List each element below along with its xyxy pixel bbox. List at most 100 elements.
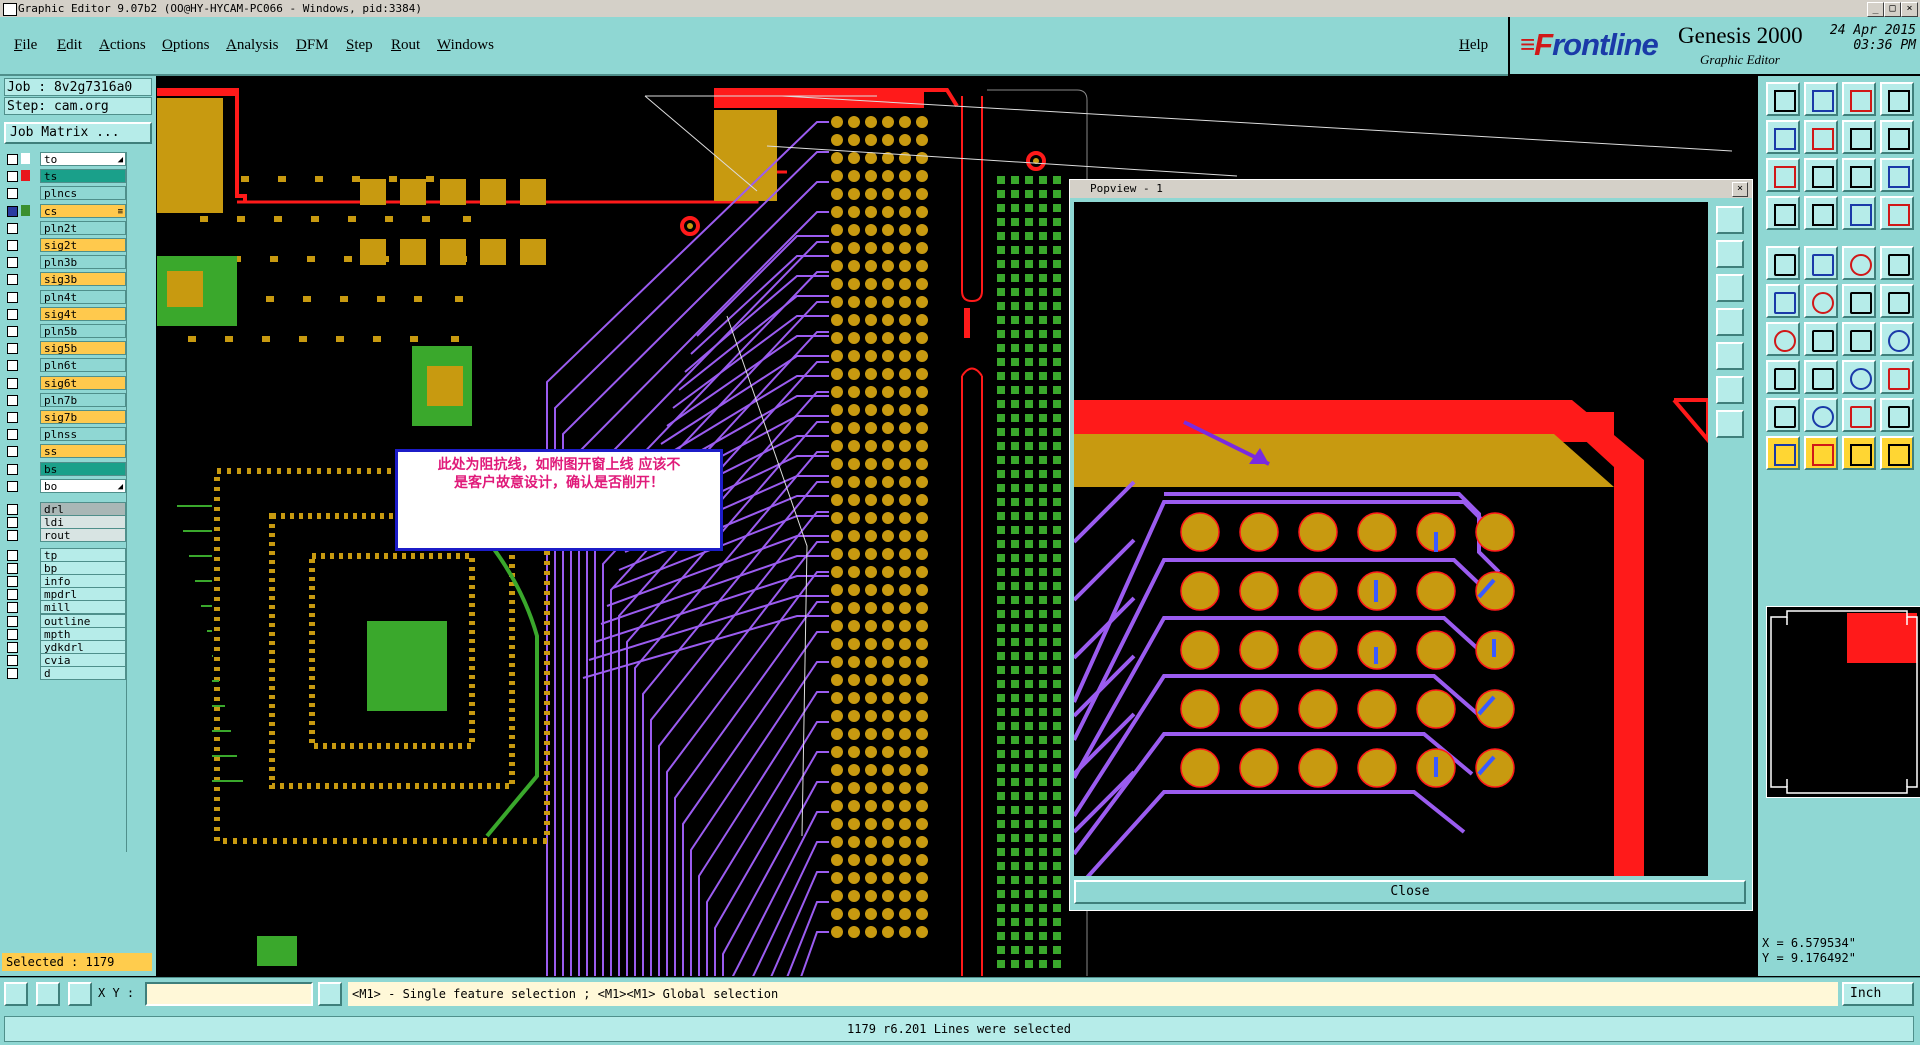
layer-name[interactable]: sig6t [40,375,126,390]
pv-down-icon[interactable] [1716,274,1744,302]
layer-name[interactable]: mpdrl [40,587,126,602]
menu-dfm[interactable]: DFM [296,37,329,54]
layer-name[interactable]: rout [40,528,126,543]
layer-row-ts[interactable]: ts [4,169,126,184]
tri-c-icon[interactable] [1842,398,1876,432]
layer-row-pln2t[interactable]: pln2t [4,220,126,236]
layer-scrollbar[interactable] [126,152,155,852]
layer-checkbox[interactable] [7,615,18,627]
minimize-icon[interactable]: _ [1867,2,1884,17]
layer-name[interactable]: pln7b [40,392,126,407]
layer-row-ss[interactable]: ss [4,444,126,459]
zoom-fit-icon[interactable] [1842,120,1876,154]
unit-selector[interactable]: Inch [1842,982,1914,1006]
grid-mode-icon[interactable] [68,982,92,1006]
close-icon[interactable]: × [1901,2,1918,17]
copy-pad-icon[interactable] [1766,360,1800,394]
layer-checkbox[interactable] [7,326,18,337]
snap-icon[interactable] [1766,196,1800,230]
layer-checkbox[interactable] [7,188,18,200]
menu-edit[interactable]: Edit [57,37,82,54]
layer-checkbox[interactable] [7,549,18,561]
layer-name[interactable]: drl [40,502,126,516]
layer-checkbox[interactable] [7,222,18,234]
layer-row-pln6t[interactable]: pln6t [4,358,126,373]
window-icon[interactable] [1880,120,1914,154]
layer-checkbox[interactable] [7,377,18,389]
layer-checkbox[interactable] [7,517,18,529]
layer-name[interactable]: cs ≡ [40,203,126,218]
layer-row-sig4t[interactable]: sig4t [4,306,126,322]
polygon-icon[interactable] [1804,246,1838,280]
resize-icon[interactable] [1766,158,1800,192]
layer-name[interactable]: pln3b [40,255,126,270]
layer-row-pln4t[interactable]: pln4t [4,289,126,305]
layer-checkbox[interactable] [7,668,18,680]
layer-name[interactable]: bp [40,560,126,575]
layer-checkbox[interactable] [7,504,18,515]
step-fwd-icon[interactable] [1804,120,1838,154]
layer-checkbox[interactable] [7,343,18,355]
layer-name[interactable]: mpth [40,626,126,641]
pv-up-icon[interactable] [1716,240,1744,268]
layer-grid-icon[interactable] [1804,196,1838,230]
layer-checkbox[interactable] [7,412,18,423]
measure-mode-icon[interactable] [36,982,60,1006]
layer-checkbox[interactable] [7,602,18,614]
layer-checkbox[interactable] [7,655,18,667]
layer-name[interactable]: pln2t [40,220,126,235]
layer-checkbox[interactable] [7,394,18,406]
select-alt-icon[interactable] [1804,436,1838,470]
layer-checkbox[interactable] [7,628,18,640]
layer-checkbox[interactable] [7,257,18,269]
pv-zoom-icon[interactable] [1716,376,1744,404]
select-all-icon[interactable] [1880,436,1914,470]
layer-checkbox[interactable] [7,308,18,320]
layer-name[interactable]: to ◢ [40,152,126,166]
split-icon[interactable] [1880,360,1914,394]
select-icon[interactable] [1766,436,1800,470]
menu-analysis[interactable]: Analysis [226,37,279,54]
pan-icon[interactable] [1804,158,1838,192]
layer-checkbox[interactable] [7,562,18,574]
layer-row-plnss[interactable]: plnss [4,427,126,442]
layer-row-pln3b[interactable]: pln3b [4,255,126,270]
menu-step[interactable]: Step [346,37,373,54]
snap-mode-icon[interactable] [4,982,28,1006]
menu-rout[interactable]: Rout [391,37,420,54]
line-icon[interactable] [1842,246,1876,280]
layer-checkbox[interactable] [7,429,18,441]
layer-name[interactable]: sig3b [40,272,126,287]
node-icon[interactable] [1766,284,1800,318]
layer-row-pln5b[interactable]: pln5b [4,324,126,339]
layer-name[interactable]: plnss [40,427,126,442]
pv-left-icon[interactable] [1716,308,1744,336]
mirror-icon[interactable] [1880,322,1914,356]
layer-row-pln7b[interactable]: pln7b [4,392,126,408]
layer-checkbox[interactable] [7,480,18,492]
menu-actions[interactable]: Actions [99,37,146,54]
layer-row-cs[interactable]: cs ≡ [4,203,126,219]
layer-row-sig6t[interactable]: sig6t [4,375,126,391]
layer-checkbox[interactable] [7,463,18,475]
menu-windows[interactable]: Windows [437,37,494,54]
layer-checkbox[interactable] [7,240,18,251]
layer-name[interactable]: d [40,666,126,681]
layer-name[interactable]: ss [40,444,126,459]
popview-close-icon[interactable]: × [1732,182,1748,197]
save-icon[interactable] [1804,82,1838,116]
layer-row-d[interactable]: d [4,666,126,681]
layer-row-bo[interactable]: bo ◢ [4,478,126,494]
layer-name[interactable]: cvia [40,653,126,668]
tri-b-icon[interactable] [1804,398,1838,432]
layer-checkbox[interactable] [7,360,18,372]
layer-row-sig3b[interactable]: sig3b [4,272,126,287]
minimap[interactable] [1766,606,1920,798]
layer-checkbox[interactable] [7,642,18,653]
layer-name[interactable]: info [40,574,126,588]
layer-row-plncs[interactable]: plncs [4,186,126,201]
select-box-icon[interactable] [1842,436,1876,470]
layer-name[interactable]: ldi [40,515,126,530]
delete-icon[interactable] [1880,284,1914,318]
layer-checkbox[interactable] [7,171,18,183]
